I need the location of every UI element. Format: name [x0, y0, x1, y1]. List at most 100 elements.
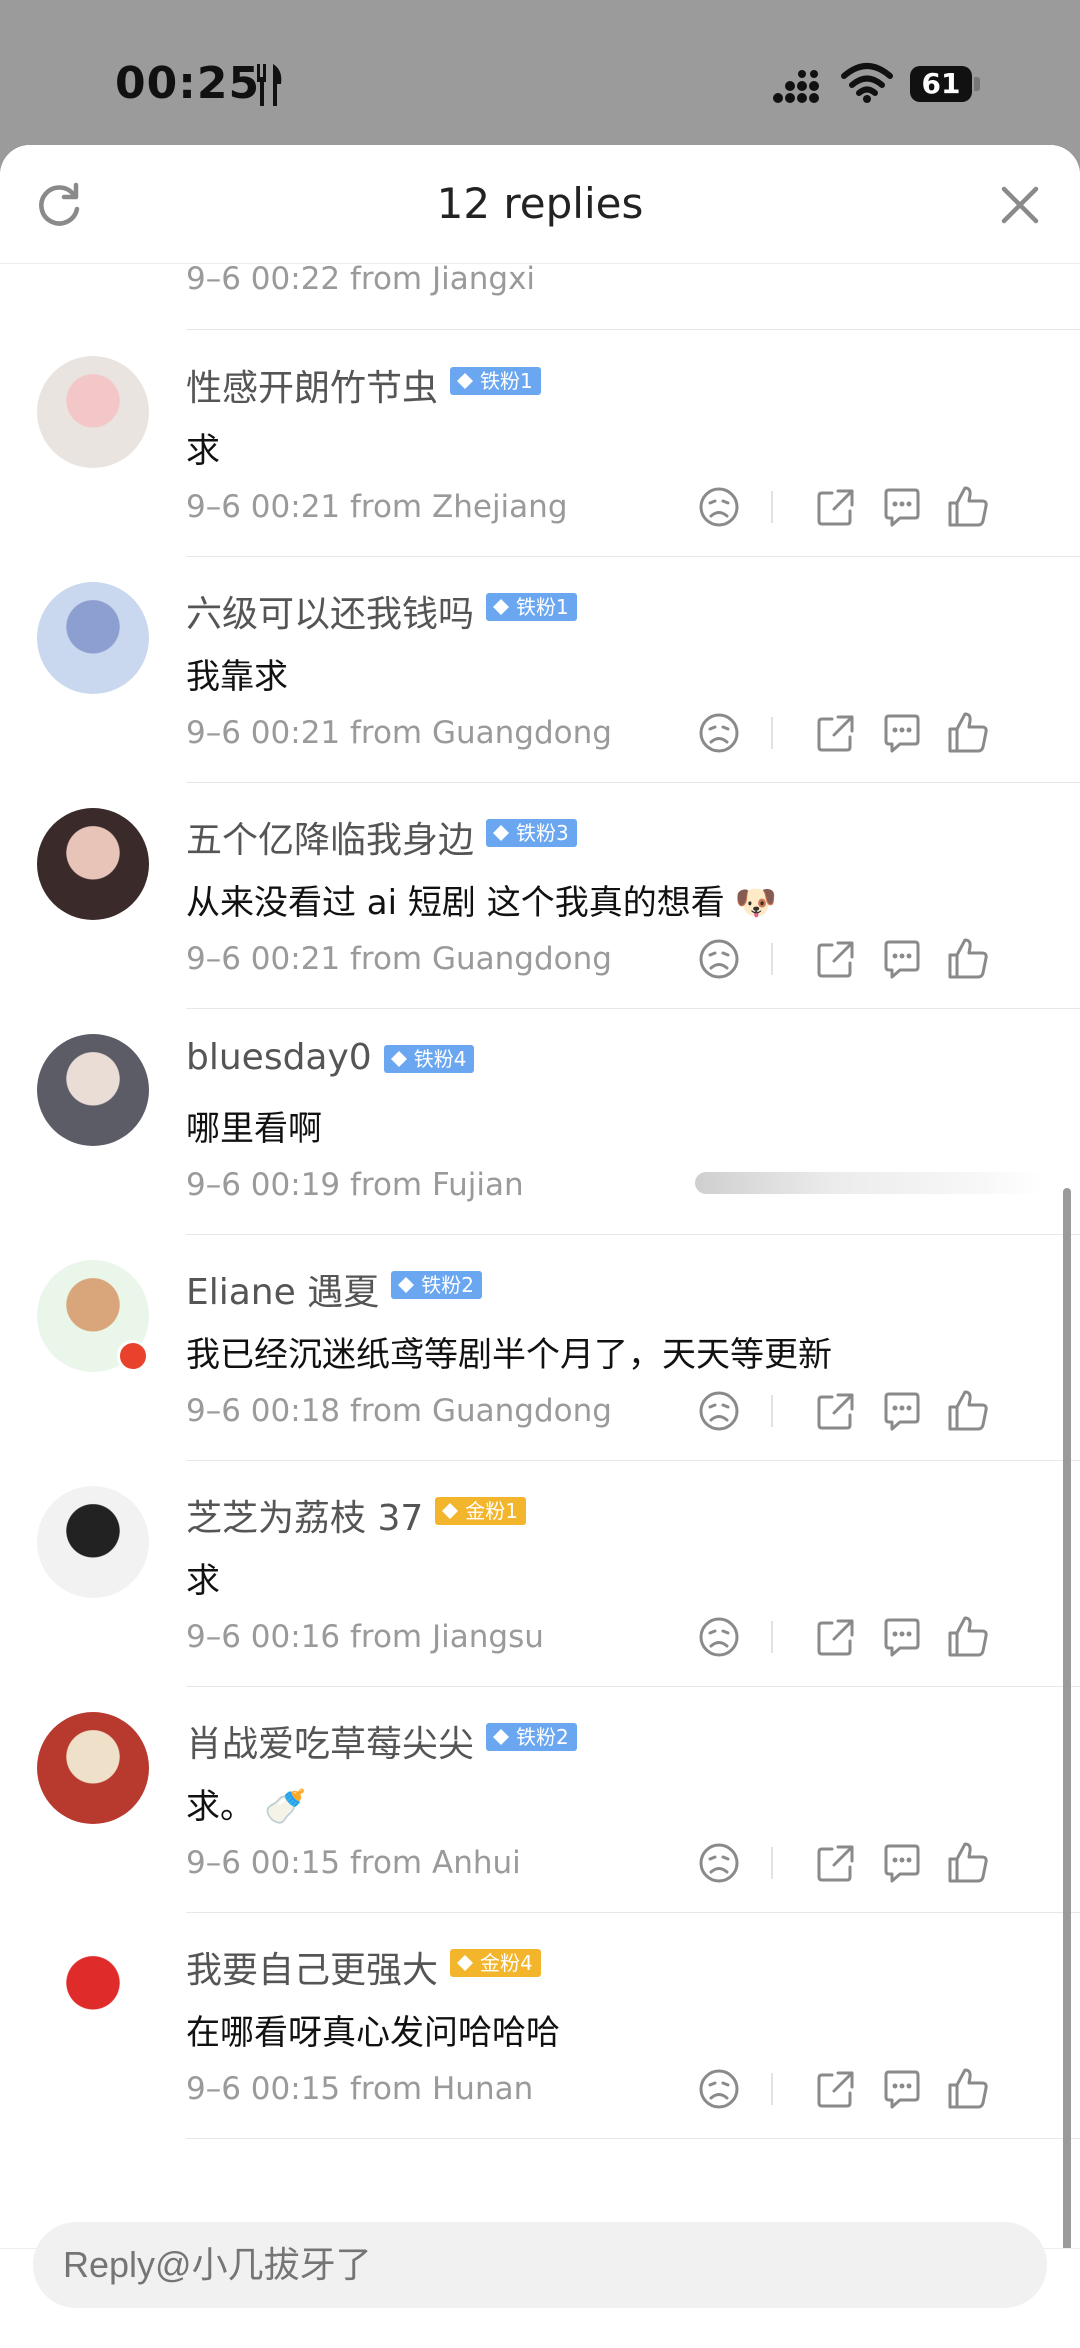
- fan-level-badge: 金粉4: [450, 1949, 541, 1977]
- avatar[interactable]: [37, 808, 149, 920]
- battery-level: 61: [921, 67, 961, 100]
- list-item[interactable]: 性感开朗竹节虫 铁粉1 求 9–6 00:21 from Zhejiang: [0, 331, 1080, 557]
- share-icon[interactable]: [812, 935, 860, 983]
- avatar[interactable]: [37, 582, 149, 694]
- comment-text: 我靠求: [186, 649, 288, 698]
- status-bar: 00:25 61: [0, 0, 1080, 145]
- comment-bubble-icon[interactable]: [878, 483, 926, 531]
- comment-text-body: 从来没看过 ai 短剧 这个我真的想看: [186, 883, 725, 923]
- comment-bubble-icon[interactable]: [878, 1839, 926, 1887]
- dislike-face-icon[interactable]: [695, 483, 743, 531]
- share-icon[interactable]: [812, 2065, 860, 2113]
- divider: [771, 1621, 773, 1653]
- comment-actions: [690, 2065, 1050, 2115]
- fan-level-badge: 铁粉3: [486, 819, 577, 847]
- list-item[interactable]: 肖战爱吃草莓尖尖 铁粉2 求。 🍼 9–6 00:15 from Anhui: [0, 1687, 1080, 1913]
- comment-username[interactable]: bluesday0: [186, 1037, 372, 1078]
- comment-list[interactable]: 9–6 00:22 from Jiangxi 性感开朗竹节虫 铁粉1 求 9–6 00…: [0, 263, 1080, 2248]
- dislike-face-icon[interactable]: [695, 1839, 743, 1887]
- comment-text: 我已经沉迷纸鸢等剧半个月了，天天等更新: [186, 1327, 832, 1376]
- scrollbar[interactable]: [1063, 1188, 1071, 2248]
- like-thumb-icon[interactable]: [944, 2065, 992, 2113]
- comment-meta: 9–6 00:15 from Hunan: [186, 2071, 534, 2107]
- dislike-face-icon[interactable]: [695, 1387, 743, 1435]
- avatar[interactable]: [37, 1712, 149, 1824]
- comment-text: 在哪看呀真心发问哈哈哈: [186, 2005, 560, 2054]
- close-icon[interactable]: [998, 183, 1042, 227]
- comment-bubble-icon[interactable]: [878, 709, 926, 757]
- fan-level-badge-label: 铁粉2: [516, 1725, 569, 1749]
- reply-input[interactable]: [33, 2222, 1047, 2308]
- comment-username[interactable]: 芝芝为荔枝 37: [186, 1489, 423, 1541]
- comment-actions: [690, 935, 1050, 985]
- comment-username[interactable]: 我要自己更强大: [186, 1941, 438, 1993]
- comment-actions: [690, 1839, 1050, 1889]
- dislike-face-icon[interactable]: [695, 2065, 743, 2113]
- divider: [771, 717, 773, 749]
- like-thumb-icon[interactable]: [944, 935, 992, 983]
- comment-text-body: 哪里看啊: [186, 1109, 322, 1149]
- diamond-icon: [457, 373, 474, 389]
- divider: [771, 2073, 773, 2105]
- comment-username[interactable]: 肖战爱吃草莓尖尖: [186, 1715, 474, 1767]
- comment-bubble-icon[interactable]: [878, 1613, 926, 1661]
- like-thumb-icon[interactable]: [944, 1839, 992, 1887]
- sheet-header: 12 replies: [0, 145, 1080, 264]
- share-icon[interactable]: [812, 1387, 860, 1435]
- emoji-sticker-icon: 🍼: [264, 1787, 307, 1827]
- like-thumb-icon[interactable]: [944, 1613, 992, 1661]
- comment-meta: 9–6 00:21 from Guangdong: [186, 715, 612, 751]
- avatar[interactable]: [37, 1486, 149, 1598]
- dislike-face-icon[interactable]: [695, 935, 743, 983]
- fan-level-badge-label: 铁粉3: [516, 821, 569, 845]
- cellular-signal-icon: [773, 70, 819, 103]
- share-icon[interactable]: [812, 1839, 860, 1887]
- diamond-icon: [493, 825, 510, 841]
- comment-meta: 9–6 00:18 from Guangdong: [186, 1393, 612, 1429]
- like-thumb-icon[interactable]: [944, 709, 992, 757]
- battery-indicator: 61: [910, 66, 982, 104]
- clock: 00:25: [115, 58, 261, 109]
- comment-meta: 9–6 00:21 from Zhejiang: [186, 489, 568, 525]
- divider: [186, 329, 1080, 330]
- wifi-icon: [841, 63, 893, 103]
- avatar[interactable]: [37, 356, 149, 468]
- share-icon[interactable]: [812, 483, 860, 531]
- comment-username[interactable]: 六级可以还我钱吗: [186, 585, 474, 637]
- list-item[interactable]: 我要自己更强大 金粉4 在哪看呀真心发问哈哈哈 9–6 00:15 from Huna…: [0, 1913, 1080, 2139]
- fan-level-badge-label: 铁粉4: [413, 1047, 467, 1071]
- comment-bubble-icon[interactable]: [878, 1387, 926, 1435]
- share-icon[interactable]: [812, 1613, 860, 1661]
- comment-meta: 9–6 00:22 from Jiangxi: [186, 263, 536, 297]
- list-item[interactable]: Eliane 遇夏 铁粉2 我已经沉迷纸鸢等剧半个月了，天天等更新 9–6 00:18…: [0, 1235, 1080, 1461]
- replies-sheet: 12 replies 9–6 00:22 from Jiangxi 性感开朗竹节…: [0, 145, 1080, 2348]
- dislike-face-icon[interactable]: [695, 1613, 743, 1661]
- comment-username[interactable]: 性感开朗竹节虫: [186, 359, 438, 411]
- comment-bubble-icon[interactable]: [878, 2065, 926, 2113]
- list-item[interactable]: 五个亿降临我身边 铁粉3 从来没看过 ai 短剧 这个我真的想看 🐶 9–6 00:21…: [0, 783, 1080, 1009]
- comment-actions: [690, 1387, 1050, 1437]
- comment-username[interactable]: 五个亿降临我身边: [186, 811, 474, 863]
- dislike-face-icon[interactable]: [695, 709, 743, 757]
- avatar[interactable]: [37, 1034, 149, 1146]
- list-item[interactable]: 芝芝为荔枝 37 金粉1 求 9–6 00:16 from Jiangsu: [0, 1461, 1080, 1687]
- comment-text-body: 我已经沉迷纸鸢等剧半个月了，天天等更新: [186, 1335, 832, 1375]
- comment-text: 哪里看啊: [186, 1101, 322, 1150]
- comment-text-body: 在哪看呀真心发问哈哈哈: [186, 2013, 560, 2053]
- fan-level-badge: 铁粉2: [391, 1271, 482, 1299]
- like-thumb-icon[interactable]: [944, 1387, 992, 1435]
- reply-area: [0, 2222, 1080, 2348]
- diamond-icon: [493, 1729, 510, 1745]
- share-icon[interactable]: [812, 709, 860, 757]
- comment-text: 求: [186, 423, 220, 472]
- fan-level-badge-label: 铁粉2: [421, 1273, 474, 1297]
- diamond-icon: [398, 1277, 415, 1293]
- list-item[interactable]: bluesday0 铁粉4 哪里看啊 9–6 00:19 from Fujian: [0, 1009, 1080, 1235]
- loading-placeholder: [695, 1172, 1045, 1194]
- list-item[interactable]: 六级可以还我钱吗 铁粉1 我靠求 9–6 00:21 from Guangdong: [0, 557, 1080, 783]
- comment-meta: 9–6 00:16 from Jiangsu: [186, 1619, 544, 1655]
- comment-username[interactable]: Eliane 遇夏: [186, 1263, 379, 1315]
- avatar[interactable]: [37, 1938, 149, 2050]
- like-thumb-icon[interactable]: [944, 483, 992, 531]
- comment-bubble-icon[interactable]: [878, 935, 926, 983]
